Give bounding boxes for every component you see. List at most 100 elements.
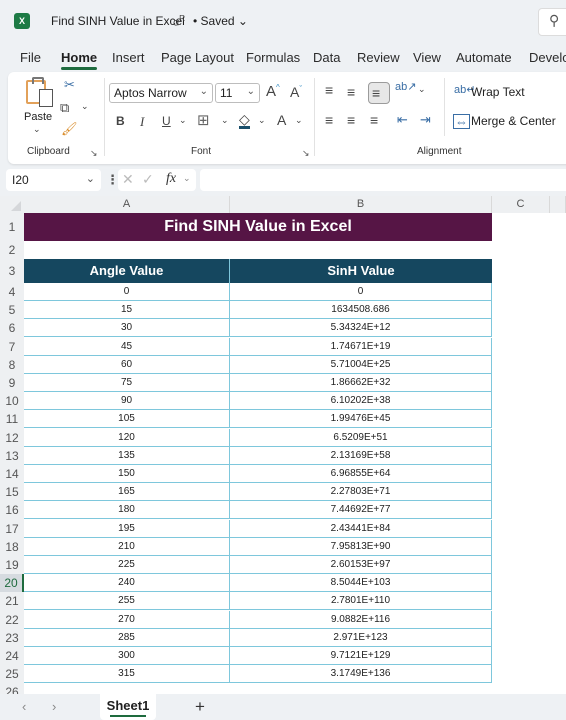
sinh-value-cell[interactable]: 5.71004E+25 — [230, 355, 492, 374]
angle-value-cell[interactable]: 300 — [24, 647, 230, 665]
sinh-value-cell[interactable]: 9.0882E+116 — [230, 610, 492, 629]
row-header-16[interactable]: 16 — [0, 501, 24, 520]
align-left-button[interactable]: ≡ — [325, 113, 333, 127]
tab-file[interactable]: File — [20, 50, 41, 65]
row-header-10[interactable]: 10 — [0, 392, 24, 411]
sinh-value-cell[interactable]: 6.96855E+64 — [230, 465, 492, 483]
row-header-25[interactable]: 25 — [0, 665, 24, 684]
spreadsheet-grid[interactable]: A B C 1 2 3 4 5 6 7 8 9 10 11 12 13 14 15 16 17 18 19 20 21 2… — [0, 196, 566, 694]
tab-insert[interactable]: Insert — [112, 50, 145, 65]
row-header-14[interactable]: 14 — [0, 465, 24, 484]
save-status[interactable]: • Saved ⌄ — [193, 14, 248, 28]
row-header-12[interactable]: 12 — [0, 428, 24, 447]
sinh-value-cell[interactable]: 1.74671E+19 — [230, 337, 492, 356]
angle-value-cell[interactable]: 60 — [24, 355, 230, 374]
format-painter-icon[interactable]: 🖌 — [61, 122, 78, 135]
row-header-8[interactable]: 8 — [0, 355, 24, 374]
decrease-indent-button[interactable]: ⇤ — [397, 113, 408, 126]
copy-icon[interactable]: ⧉ — [60, 101, 69, 114]
sheet-title-cell[interactable]: Find SINH Value in Excel — [24, 213, 492, 241]
add-sheet-button[interactable]: + — [195, 697, 205, 717]
column-header-d[interactable] — [550, 196, 566, 213]
chevron-down-icon[interactable]: ⌄ — [81, 102, 89, 111]
tab-formulas[interactable]: Formulas — [246, 50, 300, 65]
row-header-3[interactable]: 3 — [0, 259, 24, 283]
sinh-value-cell[interactable]: 2.971E+123 — [230, 628, 492, 647]
formula-input[interactable] — [200, 169, 566, 191]
angle-value-cell[interactable]: 255 — [24, 592, 230, 611]
angle-value-cell[interactable]: 135 — [24, 446, 230, 465]
row-header-2[interactable]: 2 — [0, 241, 24, 259]
bold-button[interactable]: B — [116, 115, 125, 127]
chevron-down-icon[interactable]: ⌄ — [418, 85, 426, 94]
row-header-19[interactable]: 19 — [0, 556, 24, 575]
dialog-launcher-icon[interactable]: ↘ — [302, 148, 310, 159]
sinh-value-cell[interactable]: 2.60153E+97 — [230, 556, 492, 574]
row-header-1[interactable]: 1 — [0, 213, 24, 241]
fill-color-icon[interactable]: ◇ — [239, 112, 250, 129]
row-header-4[interactable]: 4 — [0, 283, 24, 302]
sinh-value-cell[interactable]: 7.44692E+77 — [230, 501, 492, 520]
tab-home[interactable]: Home — [61, 50, 98, 70]
angle-value-cell[interactable]: 15 — [24, 301, 230, 320]
row-header-21[interactable]: 21 — [0, 592, 24, 611]
font-size-dropdown[interactable]: 11 ⌄ — [215, 83, 260, 103]
angle-value-cell[interactable]: 180 — [24, 501, 230, 520]
top-align-button[interactable]: ≡ — [325, 83, 333, 97]
increase-indent-button[interactable]: ⇥ — [420, 113, 431, 126]
tab-data[interactable]: Data — [313, 50, 340, 65]
angle-value-cell[interactable]: 225 — [24, 556, 230, 574]
angle-value-cell[interactable]: 105 — [24, 410, 230, 429]
cut-icon[interactable]: ✂ — [64, 78, 75, 91]
angle-value-cell[interactable]: 195 — [24, 519, 230, 538]
angle-value-cell[interactable]: 75 — [24, 374, 230, 392]
underline-button[interactable]: U — [162, 115, 171, 127]
row-header-6[interactable]: 6 — [0, 319, 24, 338]
align-center-button[interactable]: ≡ — [347, 113, 355, 127]
sinh-value-cell[interactable]: 1634508.686 — [230, 301, 492, 320]
sinh-value-cell[interactable]: 5.34324E+12 — [230, 319, 492, 338]
row-header-11[interactable]: 11 — [0, 410, 24, 429]
angle-value-cell[interactable]: 120 — [24, 428, 230, 447]
row-header-15[interactable]: 15 — [0, 483, 24, 502]
chevron-down-icon[interactable]: ⌄ — [295, 116, 303, 125]
angle-value-cell[interactable]: 30 — [24, 319, 230, 338]
sinh-value-cell[interactable]: 6.5209E+51 — [230, 428, 492, 447]
increase-font-size-button[interactable]: A^ — [266, 84, 280, 100]
angle-value-cell[interactable]: 270 — [24, 610, 230, 629]
tab-developer[interactable]: Develo — [529, 50, 566, 65]
name-box[interactable]: I20 ⌄ — [6, 169, 101, 191]
sinh-value-cell[interactable]: 2.27803E+71 — [230, 483, 492, 502]
row-header-9[interactable]: 9 — [0, 374, 24, 393]
decrease-font-size-button[interactable]: Aˇ — [290, 85, 302, 99]
chevron-down-icon[interactable]: ⌄ — [179, 116, 187, 125]
row-header-18[interactable]: 18 — [0, 537, 24, 556]
angle-value-cell[interactable]: 285 — [24, 628, 230, 647]
angle-value-cell[interactable]: 240 — [24, 574, 230, 593]
column-header-a[interactable]: A — [24, 196, 230, 213]
tab-page-layout[interactable]: Page Layout — [161, 50, 234, 65]
prev-sheet-icon[interactable]: ‹ — [22, 699, 26, 714]
row-header-5[interactable]: 5 — [0, 301, 24, 320]
align-right-button[interactable]: ≡ — [370, 113, 378, 127]
sinh-value-cell[interactable]: 2.7801E+110 — [230, 592, 492, 611]
column-header-b[interactable]: B — [230, 196, 492, 213]
row-header-24[interactable]: 24 — [0, 647, 24, 666]
row-header-22[interactable]: 22 — [0, 610, 24, 629]
document-title[interactable]: Find SINH Value in Excel — [51, 14, 185, 28]
font-name-dropdown[interactable]: Aptos Narrow ⌄ — [109, 83, 213, 103]
angle-value-cell[interactable]: 45 — [24, 337, 230, 356]
angle-value-cell[interactable]: 315 — [24, 665, 230, 684]
angle-value-cell[interactable]: 150 — [24, 465, 230, 483]
orientation-icon[interactable]: ab↗ — [395, 82, 416, 93]
italic-button[interactable]: I — [140, 115, 144, 128]
column-header-c[interactable]: C — [492, 196, 550, 213]
font-color-button[interactable]: A — [277, 113, 286, 127]
sinh-value-cell[interactable]: 1.99476E+45 — [230, 410, 492, 429]
cancel-icon[interactable]: ✕ — [122, 172, 134, 186]
angle-value-cell[interactable]: 165 — [24, 483, 230, 502]
angle-value-cell[interactable]: 0 — [24, 283, 230, 301]
row-header-23[interactable]: 23 — [0, 628, 24, 647]
sinh-value-cell[interactable]: 9.7121E+129 — [230, 647, 492, 665]
chevron-down-icon[interactable]: ⌄ — [221, 116, 229, 125]
